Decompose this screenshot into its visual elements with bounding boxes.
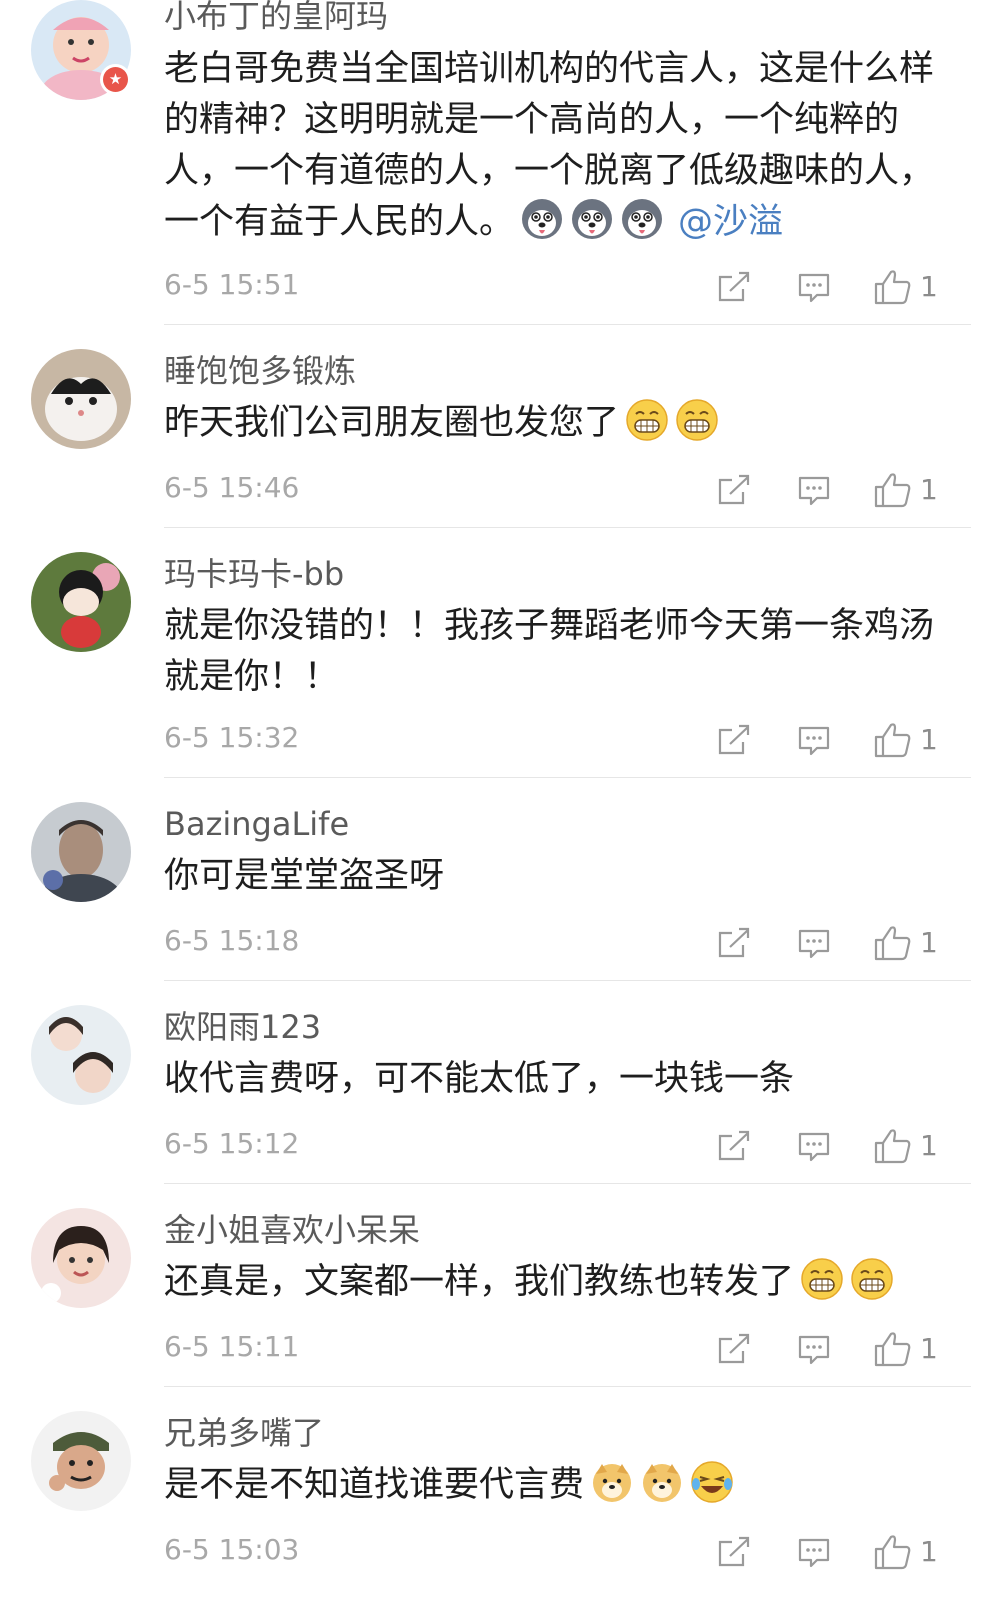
comment-text: 还真是，文案都一样，我们教练也转发了 bbox=[164, 1257, 954, 1308]
comment-actions: 1 bbox=[0, 1126, 991, 1166]
grin-emoji bbox=[625, 398, 669, 442]
portrait-photo-avatar bbox=[31, 802, 131, 902]
doge-emoji bbox=[590, 1460, 634, 1504]
thumbs-up-icon bbox=[874, 1534, 912, 1570]
thumbs-up-icon bbox=[874, 925, 912, 961]
like-button[interactable]: 1 bbox=[874, 720, 938, 760]
thumbs-up-icon bbox=[874, 722, 912, 758]
verified-badge-icon: ★ bbox=[100, 64, 131, 95]
like-button[interactable]: 1 bbox=[874, 470, 938, 510]
username[interactable]: 玛卡玛卡-bb bbox=[164, 554, 344, 594]
like-count: 1 bbox=[920, 270, 938, 303]
reply-comment-icon[interactable] bbox=[797, 1329, 831, 1369]
comment-text: 你可是堂堂盗圣呀 bbox=[164, 851, 954, 902]
forward-icon[interactable] bbox=[717, 470, 751, 510]
thumbs-up-icon bbox=[874, 1331, 912, 1367]
comment-body: 是不是不知道找谁要代言费 bbox=[164, 1465, 585, 1505]
comment-text: 昨天我们公司朋友圈也发您了 bbox=[164, 398, 954, 449]
avatar[interactable] bbox=[31, 1411, 131, 1511]
verified-badge-star: ★ bbox=[103, 67, 128, 92]
divider bbox=[164, 527, 971, 528]
reply-comment-icon[interactable] bbox=[797, 923, 831, 963]
forward-icon[interactable] bbox=[717, 1126, 751, 1166]
like-count: 1 bbox=[920, 1535, 938, 1568]
like-count: 1 bbox=[920, 1332, 938, 1365]
doll-photo-avatar bbox=[31, 552, 131, 652]
comment-body: 收代言费呀，可不能太低了，一块钱一条 bbox=[164, 1059, 795, 1099]
divider bbox=[164, 1183, 971, 1184]
like-button[interactable]: 1 bbox=[874, 1532, 938, 1572]
comment-body: 就是你没错的！！我孩子舞蹈老师今天第一条鸡汤就是你！！ bbox=[164, 606, 935, 697]
comment-text: 是不是不知道找谁要代言费 bbox=[164, 1460, 954, 1511]
comment-body: 还真是，文案都一样，我们教练也转发了 bbox=[164, 1262, 795, 1302]
like-count: 1 bbox=[920, 1129, 938, 1162]
like-count: 1 bbox=[920, 926, 938, 959]
avatar[interactable] bbox=[31, 552, 131, 652]
avatar[interactable] bbox=[31, 349, 131, 449]
forward-icon[interactable] bbox=[717, 1329, 751, 1369]
comment-actions: 1 bbox=[0, 720, 991, 760]
forward-icon[interactable] bbox=[717, 267, 751, 307]
comment-text: 收代言费呀，可不能太低了，一块钱一条 bbox=[164, 1054, 954, 1105]
grin-emoji bbox=[800, 1257, 844, 1301]
username[interactable]: 兄弟多嘴了 bbox=[164, 1413, 324, 1453]
comment-text: 就是你没错的！！我孩子舞蹈老师今天第一条鸡汤就是你！！ bbox=[164, 601, 954, 703]
comment-text: 老白哥免费当全国培训机构的代言人，这是什么样的精神？这明明就是一个高尚的人，一个… bbox=[164, 44, 954, 248]
comment-list: ★ 小布丁的皇阿玛老白哥免费当全国培训机构的代言人，这是什么样的精神？这明明就是一… bbox=[0, 0, 991, 1600]
reply-comment-icon[interactable] bbox=[797, 1126, 831, 1166]
avatar[interactable] bbox=[31, 1005, 131, 1105]
cartoon-soldier-avatar bbox=[31, 1411, 131, 1511]
thumbs-up-icon bbox=[874, 472, 912, 508]
cat-photo-avatar bbox=[31, 349, 131, 449]
comment-body: 你可是堂堂盗圣呀 bbox=[164, 856, 445, 896]
like-button[interactable]: 1 bbox=[874, 1126, 938, 1166]
child-photo-avatar bbox=[31, 1208, 131, 1308]
comment-body: 昨天我们公司朋友圈也发您了 bbox=[164, 403, 620, 443]
avatar[interactable] bbox=[31, 1208, 131, 1308]
username[interactable]: 睡饱饱多锻炼 bbox=[164, 351, 356, 391]
mention-link[interactable]: @沙溢 bbox=[678, 202, 783, 242]
forward-icon[interactable] bbox=[717, 720, 751, 760]
husky-emoji bbox=[620, 197, 664, 241]
reply-comment-icon[interactable] bbox=[797, 470, 831, 510]
reply-comment-icon[interactable] bbox=[797, 267, 831, 307]
forward-icon[interactable] bbox=[717, 923, 751, 963]
husky-emoji bbox=[570, 197, 614, 241]
reply-comment-icon[interactable] bbox=[797, 720, 831, 760]
laugh-cry-emoji bbox=[690, 1460, 734, 1504]
doge-emoji bbox=[640, 1460, 684, 1504]
divider bbox=[164, 1386, 971, 1387]
like-button[interactable]: 1 bbox=[874, 267, 938, 307]
comment-actions: 1 bbox=[0, 470, 991, 510]
divider bbox=[164, 777, 971, 778]
avatar[interactable] bbox=[31, 802, 131, 902]
like-button[interactable]: 1 bbox=[874, 1329, 938, 1369]
username[interactable]: 金小姐喜欢小呆呆 bbox=[164, 1210, 420, 1250]
username[interactable]: 欧阳雨123 bbox=[164, 1007, 321, 1047]
thumbs-up-icon bbox=[874, 269, 912, 305]
comment-actions: 1 bbox=[0, 923, 991, 963]
username[interactable]: 小布丁的皇阿玛 bbox=[164, 0, 388, 36]
grin-emoji bbox=[850, 1257, 894, 1301]
username[interactable]: BazingaLife bbox=[164, 804, 349, 844]
girl-photo-avatar bbox=[31, 1005, 131, 1105]
reply-comment-icon[interactable] bbox=[797, 1532, 831, 1572]
divider bbox=[164, 324, 971, 325]
comment-actions: 1 bbox=[0, 1532, 991, 1572]
like-count: 1 bbox=[920, 473, 938, 506]
like-button[interactable]: 1 bbox=[874, 923, 938, 963]
husky-emoji bbox=[520, 197, 564, 241]
comment-actions: 1 bbox=[0, 1329, 991, 1369]
forward-icon[interactable] bbox=[717, 1532, 751, 1572]
thumbs-up-icon bbox=[874, 1128, 912, 1164]
comment-actions: 1 bbox=[0, 267, 991, 307]
like-count: 1 bbox=[920, 723, 938, 756]
divider bbox=[164, 980, 971, 981]
grin-emoji bbox=[675, 398, 719, 442]
